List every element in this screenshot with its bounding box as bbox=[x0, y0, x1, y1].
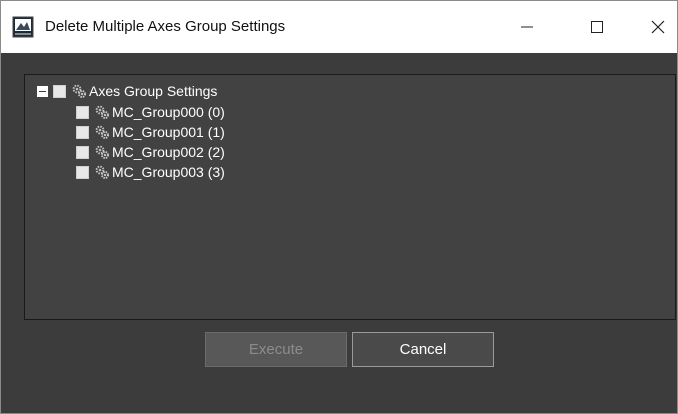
axes-group-tree: Axes Group Settings MC_Group000 (0) MC_G… bbox=[24, 74, 676, 320]
item-checkbox[interactable] bbox=[76, 165, 89, 179]
tree-item-label: MC_Group000 (0) bbox=[112, 104, 225, 120]
gear-icon bbox=[72, 84, 86, 98]
tree-item-label: MC_Group002 (2) bbox=[112, 144, 225, 160]
app-monitor-icon bbox=[12, 16, 34, 38]
execute-button[interactable]: Execute bbox=[205, 332, 347, 367]
gear-icon bbox=[95, 165, 109, 179]
tree-root-label: Axes Group Settings bbox=[89, 83, 218, 99]
tree-item[interactable]: MC_Group001 (1) bbox=[76, 123, 225, 141]
title-bar[interactable]: Delete Multiple Axes Group Settings bbox=[1, 1, 677, 53]
maximize-icon bbox=[591, 21, 603, 33]
gear-icon bbox=[95, 145, 109, 159]
dialog-window: Delete Multiple Axes Group Settings Axes… bbox=[0, 0, 678, 414]
root-checkbox[interactable] bbox=[53, 84, 66, 98]
tree-item-label: MC_Group001 (1) bbox=[112, 124, 225, 140]
gear-icon bbox=[95, 125, 109, 139]
item-checkbox[interactable] bbox=[76, 105, 89, 119]
close-button[interactable] bbox=[635, 1, 678, 53]
collapse-toggle-icon[interactable] bbox=[37, 85, 48, 97]
tree-root-axes-group-settings[interactable]: Axes Group Settings bbox=[37, 82, 217, 100]
close-icon bbox=[651, 20, 665, 34]
minimize-button[interactable] bbox=[504, 1, 550, 53]
gear-icon bbox=[95, 105, 109, 119]
maximize-button[interactable] bbox=[574, 1, 620, 53]
minimize-icon bbox=[521, 26, 533, 28]
window-title: Delete Multiple Axes Group Settings bbox=[45, 18, 286, 35]
item-checkbox[interactable] bbox=[76, 125, 89, 139]
tree-item[interactable]: MC_Group002 (2) bbox=[76, 143, 225, 161]
tree-item-label: MC_Group003 (3) bbox=[112, 164, 225, 180]
tree-item[interactable]: MC_Group000 (0) bbox=[76, 103, 225, 121]
item-checkbox[interactable] bbox=[76, 145, 89, 159]
tree-item[interactable]: MC_Group003 (3) bbox=[76, 163, 225, 181]
cancel-button[interactable]: Cancel bbox=[352, 332, 494, 367]
